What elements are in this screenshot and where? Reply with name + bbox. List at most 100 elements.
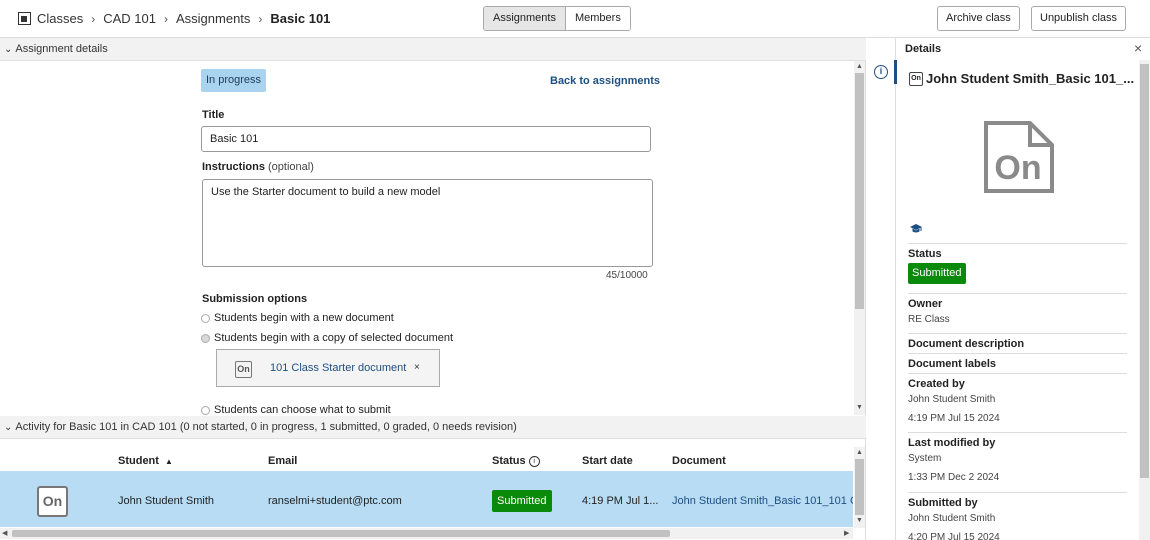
activity-table-header: Student ▲ Email Status i Start date Docu… bbox=[0, 447, 853, 470]
unpublish-class-button[interactable]: Unpublish class bbox=[1031, 6, 1127, 31]
description-label: Document description bbox=[908, 338, 1025, 350]
assignments-tab[interactable]: Assignments bbox=[484, 7, 566, 30]
activity-header[interactable]: ⌄ Activity for Basic 101 in CAD 101 (0 no… bbox=[0, 416, 866, 439]
selected-document-card: On 101 Class Starter document × bbox=[216, 349, 440, 387]
created-label: Created by bbox=[908, 378, 965, 390]
option-choose-submission[interactable]: Students can choose what to submit bbox=[201, 404, 391, 415]
scroll-left-icon[interactable]: ◀ bbox=[2, 528, 7, 539]
instructions-label: Instructions (optional) bbox=[202, 161, 314, 173]
scroll-down-icon[interactable]: ▼ bbox=[854, 404, 865, 411]
option-label: Students begin with a copy of selected d… bbox=[214, 332, 454, 344]
labels-section: Document labels bbox=[908, 353, 1127, 370]
modified-label: Last modified by bbox=[908, 437, 996, 449]
column-status-label: Status bbox=[492, 455, 526, 467]
status-section: Status Submitted bbox=[908, 243, 1127, 284]
option-copy-document[interactable]: Students begin with a copy of selected d… bbox=[201, 332, 453, 344]
row-email: ranselmi+student@ptc.com bbox=[268, 495, 402, 507]
submission-options-label: Submission options bbox=[202, 293, 308, 305]
breadcrumb-classes[interactable]: Classes bbox=[37, 11, 83, 26]
collapse-chevron-icon: ⌄ bbox=[4, 422, 13, 433]
title-label: Title bbox=[202, 109, 225, 121]
details-info-icon[interactable]: i bbox=[874, 65, 888, 79]
details-scrollbar[interactable] bbox=[1139, 60, 1150, 540]
sort-ascending-icon: ▲ bbox=[165, 457, 173, 466]
column-student[interactable]: Student ▲ bbox=[118, 455, 173, 467]
table-row[interactable]: On John Student Smith ranselmi+student@p… bbox=[0, 471, 853, 527]
owner-value: RE Class bbox=[908, 314, 950, 325]
instructions-textarea[interactable]: Use the Starter document to build a new … bbox=[202, 179, 653, 267]
owner-label: Owner bbox=[908, 298, 943, 310]
column-email[interactable]: Email bbox=[268, 455, 297, 467]
character-count: 45/10000 bbox=[606, 270, 648, 281]
chevron-right-icon: › bbox=[91, 11, 96, 26]
scroll-thumb[interactable] bbox=[855, 73, 864, 309]
breadcrumb-assignments[interactable]: Assignments bbox=[176, 11, 250, 26]
details-document-name-text: John Student Smith_Basic 101_... bbox=[926, 71, 1135, 86]
document-thumbnail-logo-text: On bbox=[994, 149, 1041, 187]
option-new-document[interactable]: Students begin with a new document bbox=[201, 312, 394, 324]
members-tab[interactable]: Members bbox=[565, 7, 630, 30]
radio-selected-icon bbox=[201, 333, 210, 343]
scroll-up-icon[interactable]: ▲ bbox=[854, 449, 865, 456]
option-label: Students begin with a new document bbox=[214, 312, 394, 324]
column-start-date[interactable]: Start date bbox=[582, 455, 633, 467]
modified-section: Last modified by System 1:33 PM Dec 2 20… bbox=[908, 432, 1127, 483]
scroll-right-icon[interactable]: ▶ bbox=[844, 528, 849, 539]
breadcrumb-current: Basic 101 bbox=[270, 11, 331, 26]
close-icon[interactable]: × bbox=[1134, 40, 1142, 56]
table-vertical-scrollbar[interactable]: ▲ ▼ bbox=[854, 447, 865, 528]
scroll-thumb[interactable] bbox=[1140, 64, 1149, 478]
status-badge: In progress bbox=[201, 69, 267, 92]
table-horizontal-scrollbar[interactable]: ◀ ▶ bbox=[0, 528, 853, 539]
modified-by: System bbox=[908, 453, 942, 464]
breadcrumb-cad101[interactable]: CAD 101 bbox=[103, 11, 156, 26]
scroll-down-icon[interactable]: ▼ bbox=[854, 517, 865, 524]
submitted-section: Submitted by John Student Smith 4:20 PM … bbox=[908, 492, 1127, 540]
graduation-cap-icon bbox=[910, 224, 922, 233]
document-thumbnail-icon: On bbox=[984, 121, 1054, 193]
created-by: John Student Smith bbox=[908, 394, 996, 405]
top-bar: Classes › CAD 101 › Assignments › Basic … bbox=[0, 0, 1150, 38]
row-start-date: 4:19 PM Jul 1... bbox=[582, 495, 659, 507]
status-label: Status bbox=[908, 248, 942, 260]
column-document[interactable]: Document bbox=[672, 455, 726, 467]
created-section: Created by John Student Smith 4:19 PM Ju… bbox=[908, 373, 1127, 424]
row-status-badge: Submitted bbox=[492, 490, 552, 512]
assignment-details-header[interactable]: ⌄ Assignment details bbox=[0, 38, 866, 61]
scroll-thumb[interactable] bbox=[12, 530, 670, 537]
selected-document-link[interactable]: 101 Class Starter document bbox=[270, 362, 406, 374]
onshape-document-icon: On bbox=[37, 486, 68, 517]
submitted-at: 4:20 PM Jul 15 2024 bbox=[908, 532, 1000, 540]
form-scrollbar[interactable]: ▲ ▼ bbox=[854, 61, 865, 415]
owner-section: Owner RE Class bbox=[908, 293, 1127, 325]
row-document-link[interactable]: John Student Smith_Basic 101_101 Cla bbox=[672, 495, 853, 507]
scroll-up-icon[interactable]: ▲ bbox=[854, 63, 865, 70]
instructions-optional: (optional) bbox=[268, 161, 314, 173]
instructions-label-text: Instructions bbox=[202, 161, 265, 173]
modified-at: 1:33 PM Dec 2 2024 bbox=[908, 472, 1000, 483]
onshape-document-icon: On bbox=[235, 361, 252, 378]
assignment-form: In progress Back to assignments Title Ba… bbox=[0, 61, 866, 415]
radio-icon bbox=[201, 405, 210, 415]
archive-class-button[interactable]: Archive class bbox=[937, 6, 1020, 31]
remove-document-icon[interactable]: × bbox=[414, 362, 420, 373]
assignment-details-title: Assignment details bbox=[15, 43, 108, 55]
row-student: John Student Smith bbox=[118, 495, 215, 507]
option-label: Students can choose what to submit bbox=[214, 404, 391, 415]
activity-title: Activity for Basic 101 in CAD 101 (0 not… bbox=[15, 421, 517, 433]
created-at: 4:19 PM Jul 15 2024 bbox=[908, 413, 1000, 424]
chevron-right-icon: › bbox=[258, 11, 263, 26]
side-rail bbox=[866, 38, 896, 540]
title-input[interactable]: Basic 101 bbox=[201, 126, 651, 152]
details-document-name: On John Student Smith_Basic 101_... bbox=[909, 71, 1134, 86]
labels-label: Document labels bbox=[908, 358, 997, 370]
scroll-thumb[interactable] bbox=[855, 459, 864, 515]
onshape-document-icon: On bbox=[909, 71, 923, 86]
back-to-assignments-link[interactable]: Back to assignments bbox=[550, 75, 660, 87]
chevron-right-icon: › bbox=[164, 11, 168, 26]
info-icon[interactable]: i bbox=[528, 455, 540, 467]
status-badge: Submitted bbox=[908, 263, 966, 284]
main-panel: ⌄ Assignment details In progress Back to … bbox=[0, 38, 866, 540]
details-title: Details bbox=[905, 43, 942, 55]
column-status[interactable]: Status i bbox=[492, 455, 540, 467]
